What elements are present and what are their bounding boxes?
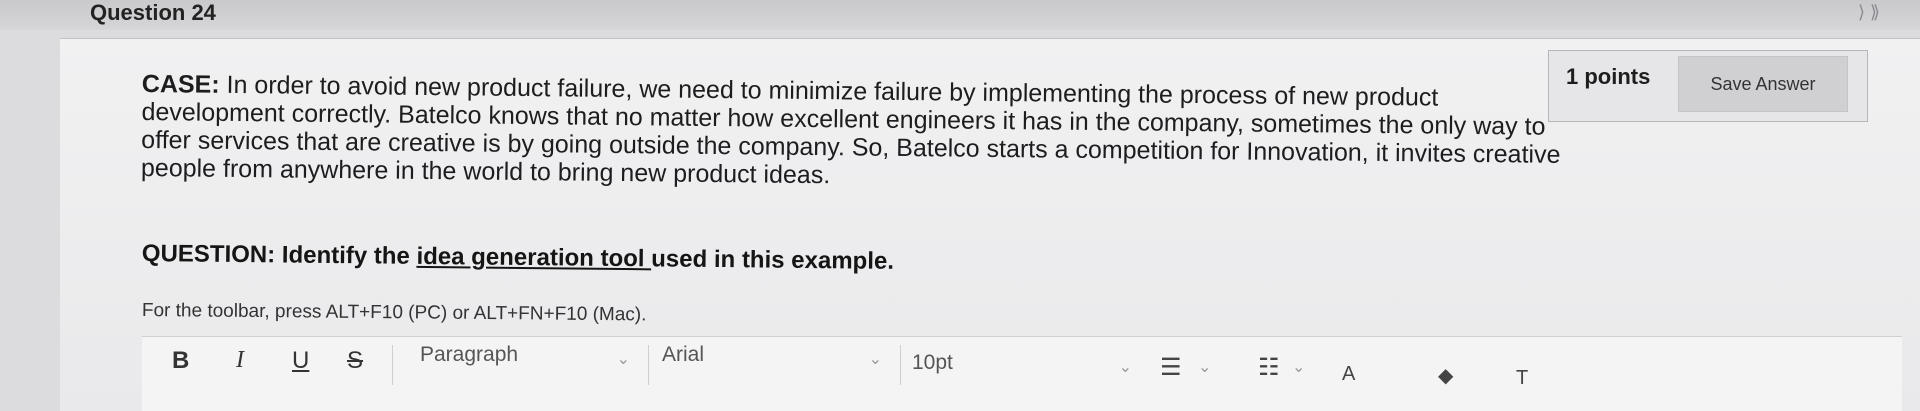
question-title: Question 24 — [90, 0, 216, 25]
font-select[interactable]: Arial ⌄ — [662, 343, 882, 387]
underline-button[interactable]: U — [292, 347, 309, 375]
chevron-down-icon: ⌄ — [1118, 359, 1132, 376]
clear-formatting-icon[interactable]: T — [1516, 367, 1528, 390]
text-color-icon[interactable]: A — [1342, 363, 1355, 386]
question-keyword: idea generation tool — [416, 242, 652, 273]
toolbar-hint: For the toolbar, press ALT+F10 (PC) or A… — [141, 300, 647, 326]
toolbar-divider — [900, 345, 901, 385]
font-size-select-value: 10pt — [912, 351, 953, 374]
font-select-value: Arial — [662, 343, 705, 366]
strikethrough-button[interactable]: S — [347, 347, 363, 375]
italic-button[interactable]: I — [236, 347, 244, 374]
paragraph-select-value: Paragraph — [420, 343, 519, 366]
bullet-list-icon[interactable]: ☰ — [1160, 353, 1182, 382]
chevron-down-icon: ⌄ — [616, 351, 630, 368]
toolbar-divider — [392, 345, 393, 385]
nav-arrows-icon[interactable]: ⟩ ⟫ — [1858, 2, 1880, 23]
bold-button[interactable]: B — [172, 347, 189, 375]
highlight-icon[interactable]: ◆ — [1438, 363, 1453, 388]
toolbar-divider — [648, 345, 649, 385]
chevron-down-icon[interactable]: ⌄ — [1198, 357, 1211, 377]
top-strip — [0, 0, 1920, 30]
numbered-list-icon[interactable]: ☷ — [1258, 353, 1280, 382]
editor-toolbar: B I U S Paragraph ⌄ Arial ⌄ 10pt ⌄ ☰ ⌄ ☷… — [142, 336, 1902, 411]
case-text: CASE: In order to avoid new product fail… — [141, 70, 1792, 199]
font-size-select[interactable]: 10pt ⌄ — [912, 351, 1132, 395]
chevron-down-icon[interactable]: ⌄ — [1292, 357, 1305, 377]
case-label: CASE: — [141, 70, 220, 99]
chevron-down-icon: ⌄ — [868, 351, 882, 368]
question-suffix: used in this example. — [651, 245, 895, 275]
paragraph-select[interactable]: Paragraph ⌄ — [420, 343, 630, 387]
question-prefix: QUESTION: Identify the — [141, 240, 417, 270]
